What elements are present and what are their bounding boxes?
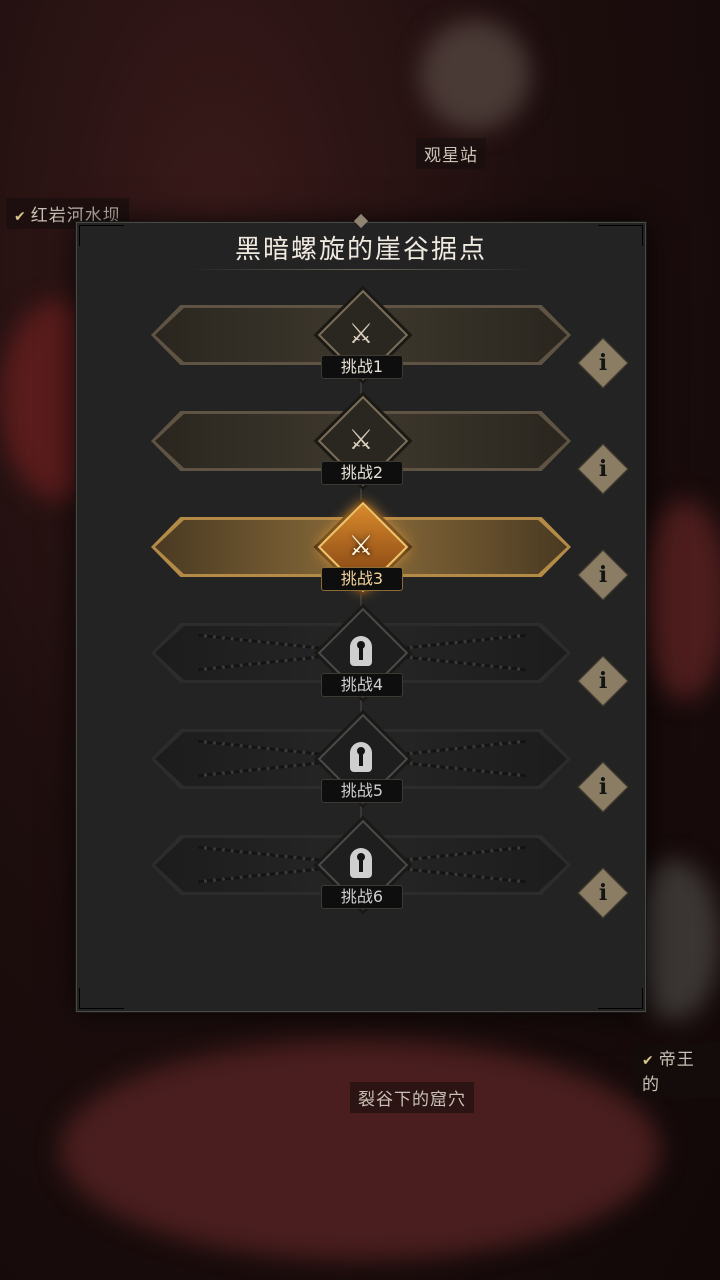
map-location-observatory[interactable]: 观星站 [416,138,486,169]
swords-sheathed-icon: ⚔ [348,316,374,350]
frame-corner [79,988,124,1009]
info-icon: i [598,350,608,376]
dialog-title: 黑暗螺旋的崖谷据点 [234,235,487,265]
challenge-row-6[interactable]: 挑战6 i [77,805,645,919]
swords-sheathed-icon: ⚔ [348,422,374,456]
challenge-row-1[interactable]: ⚔ 挑战1 i [77,275,645,389]
challenge-label: 挑战2 [321,461,403,485]
challenge-label: 挑战1 [321,355,403,379]
keyhole-lock-icon [341,843,381,883]
challenge-label: 挑战4 [321,673,403,697]
frame-gem-ornament [353,213,369,229]
info-icon: i [598,880,608,906]
check-icon: ✔ [642,1053,655,1069]
challenge-label: 挑战6 [321,885,403,909]
challenge-label: 挑战5 [321,779,403,803]
map-location-rift-cave[interactable]: 裂谷下的窟穴 [350,1082,474,1113]
challenge-row-3[interactable]: ⚔ 挑战3 i [77,487,645,601]
info-icon: i [598,456,608,482]
info-icon: i [598,774,608,800]
challenge-label: 挑战3 [321,567,403,591]
crossed-swords-icon: ⚔ [348,528,374,562]
info-icon: i [598,668,608,694]
challenge-row-2[interactable]: ⚔ 挑战2 i [77,381,645,495]
keyhole-lock-icon [341,631,381,671]
frame-corner [598,988,643,1009]
challenge-row-4[interactable]: 挑战4 i [77,593,645,707]
info-icon: i [598,562,608,588]
map-location-emperor[interactable]: ✔ 帝王的 [634,1042,720,1098]
keyhole-lock-icon [341,737,381,777]
title-divider [187,269,535,270]
check-icon: ✔ [14,209,27,225]
stronghold-dialog: 黑暗螺旋的崖谷据点 ⚔ 挑战1 i ⚔ 挑战2 i ⚔ 挑战3 i 挑战4 i … [76,213,646,1012]
challenge-row-5[interactable]: 挑战5 i [77,699,645,813]
